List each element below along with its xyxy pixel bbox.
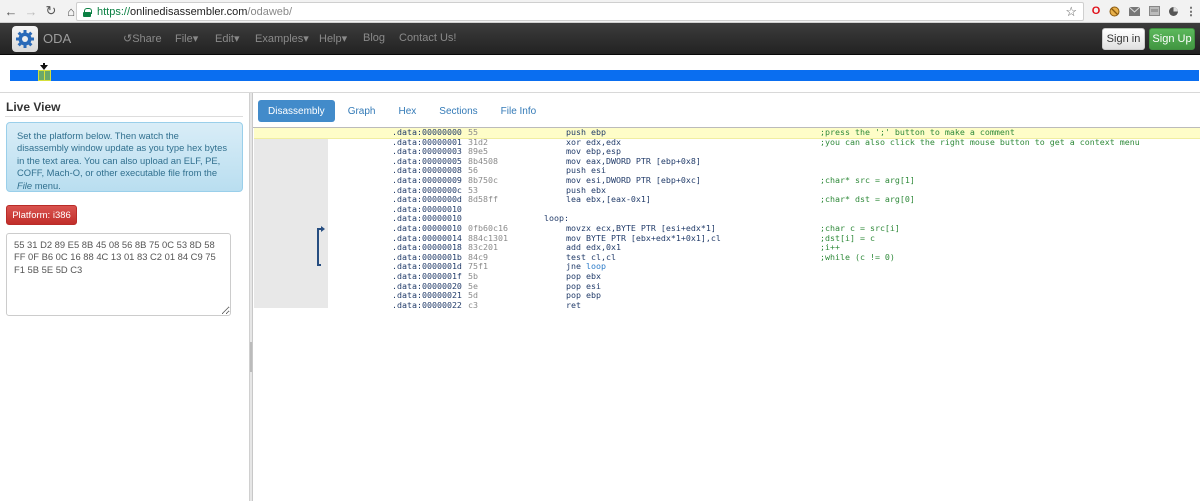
menu-icon[interactable]: ⋮ (1184, 4, 1198, 18)
nav-edit-label: Edit (215, 33, 234, 45)
instruction-text: pop ebp (566, 290, 601, 301)
nav-examples-label: Examples (255, 33, 304, 45)
opera-icon[interactable]: O (1089, 4, 1103, 18)
instruction-text: pop ebx (566, 270, 601, 281)
disassembly-listing[interactable]: .data:00000000 55 push ebp ;press the ';' b… (254, 127, 1200, 311)
caret-down-icon: ▾ (341, 33, 348, 45)
instruction: ret (566, 299, 581, 311)
nav-file-label: File (175, 33, 193, 45)
instruction: lea ebx,[eax-0x1] (566, 194, 651, 205)
nav-help[interactable]: Help▾ (319, 32, 347, 45)
forward-icon[interactable]: → (22, 2, 40, 20)
tab-disassembly[interactable]: Disassembly (258, 100, 335, 122)
tab-hex[interactable]: Hex (388, 100, 426, 122)
cast-icon[interactable] (1147, 4, 1161, 18)
nav-help-label: Help (319, 33, 342, 45)
app-navbar: ODA ↺Share File▾ Edit▾ Examples▾ Help▾ B… (0, 23, 1200, 55)
info-file-menu-ref: File (17, 179, 33, 191)
live-view-title: Live View (6, 100, 61, 114)
instruction-text: push ebx (566, 184, 606, 195)
info-alert: Set the platform below. Then watch the d… (6, 122, 243, 192)
mail-icon[interactable] (1127, 4, 1141, 18)
tab-sections[interactable]: Sections (429, 100, 487, 122)
caret-down-icon: ▾ (233, 33, 240, 45)
overview-code-segment[interactable] (44, 70, 51, 81)
branch-target-link[interactable]: loop (586, 261, 606, 272)
divider (5, 116, 243, 117)
panel-splitter[interactable] (249, 93, 253, 501)
instruction-text: mov ebp,esp (566, 146, 621, 157)
nav-file[interactable]: File▾ (175, 32, 198, 45)
raw-bytes: 8d58ff (468, 194, 498, 205)
instruction-text: test cl,cl (566, 251, 616, 262)
instruction-text: mov eax,DWORD PTR [ebp+0x8] (566, 155, 701, 166)
reload-icon[interactable]: ↻ (42, 2, 60, 20)
instruction-text: push ebp (566, 127, 606, 137)
sign-in-button[interactable]: Sign in (1102, 28, 1145, 50)
live-view-panel: Live View Set the platform below. Then w… (0, 93, 249, 501)
instruction-text: mov BYTE PTR [ebx+edx*1+0x1],cl (566, 232, 721, 243)
nav-edit[interactable]: Edit▾ (215, 32, 240, 45)
splitter-grip[interactable] (250, 342, 252, 372)
comment: ;char* src = arg[1] (820, 174, 915, 185)
back-icon[interactable]: ← (2, 2, 20, 20)
sign-up-button[interactable]: Sign Up (1149, 28, 1195, 50)
info-text-end: menu. (32, 179, 61, 191)
browser-toolbar: ← → ↻ ⌂ https://onlinedisassembler.com/o… (0, 0, 1200, 23)
clock-icon[interactable] (1166, 4, 1180, 18)
tab-graph[interactable]: Graph (338, 100, 386, 122)
nav-share-label: Share (132, 33, 162, 45)
platform-button[interactable]: Platform: i386 (6, 205, 77, 225)
share-icon: ↺ (123, 33, 133, 45)
overview-navigation-bar[interactable] (10, 70, 1199, 81)
instruction-text: ret (566, 299, 581, 310)
instruction-text: jne (566, 261, 586, 272)
lock-icon (83, 7, 92, 17)
url-path: /odaweb/ (247, 5, 293, 18)
address: .data:00000022 (392, 299, 462, 310)
instruction-text: movzx ecx,BYTE PTR [esi+edx*1] (566, 222, 716, 233)
instruction-text: add edx,0x1 (566, 242, 621, 253)
instruction-text: pop esi (566, 280, 601, 291)
comment: ;while (c != 0) (820, 251, 895, 262)
instruction-text: mov esi,DWORD PTR [ebp+0xc] (566, 174, 701, 185)
brand-name[interactable]: ODA (43, 31, 71, 46)
address-bar[interactable]: https://onlinedisassembler.com/odaweb/ ☆ (76, 2, 1084, 21)
instruction-text: push esi (566, 165, 606, 176)
url-scheme: https:// (97, 5, 131, 18)
blocker-icon[interactable] (1107, 4, 1121, 18)
comment: ;you can also click the right mouse butt… (820, 136, 1140, 147)
info-text: Set the platform below. Then watch the d… (17, 130, 228, 179)
nav-share[interactable]: ↺Share (123, 32, 162, 45)
raw-bytes: c3 (468, 299, 478, 310)
nav-contact[interactable]: Contact Us! (399, 32, 456, 44)
nav-examples[interactable]: Examples▾ (255, 32, 309, 45)
disassembly-row[interactable]: .data:00000022 c3 ret (254, 299, 1200, 311)
caret-down-icon: ▾ (303, 33, 309, 45)
comment: ;char* dst = arg[0] (820, 194, 915, 205)
instruction-text: lea ebx,[eax-0x1] (566, 194, 651, 205)
oda-logo-gear-icon[interactable] (12, 26, 38, 52)
hex-bytes-input[interactable]: 55 31 D2 89 E5 8B 45 08 56 8B 75 0C 53 8… (6, 233, 231, 316)
instruction-text: xor edx,edx (566, 136, 621, 147)
caret-down-icon: ▾ (192, 33, 199, 45)
nav-blog[interactable]: Blog (363, 32, 385, 44)
url-host: onlinedisassembler.com (130, 5, 248, 18)
tab-file-info[interactable]: File Info (491, 100, 547, 122)
view-tabs: Disassembly Graph Hex Sections File Info (258, 100, 549, 122)
bookmark-star-icon[interactable]: ☆ (1065, 4, 1077, 20)
